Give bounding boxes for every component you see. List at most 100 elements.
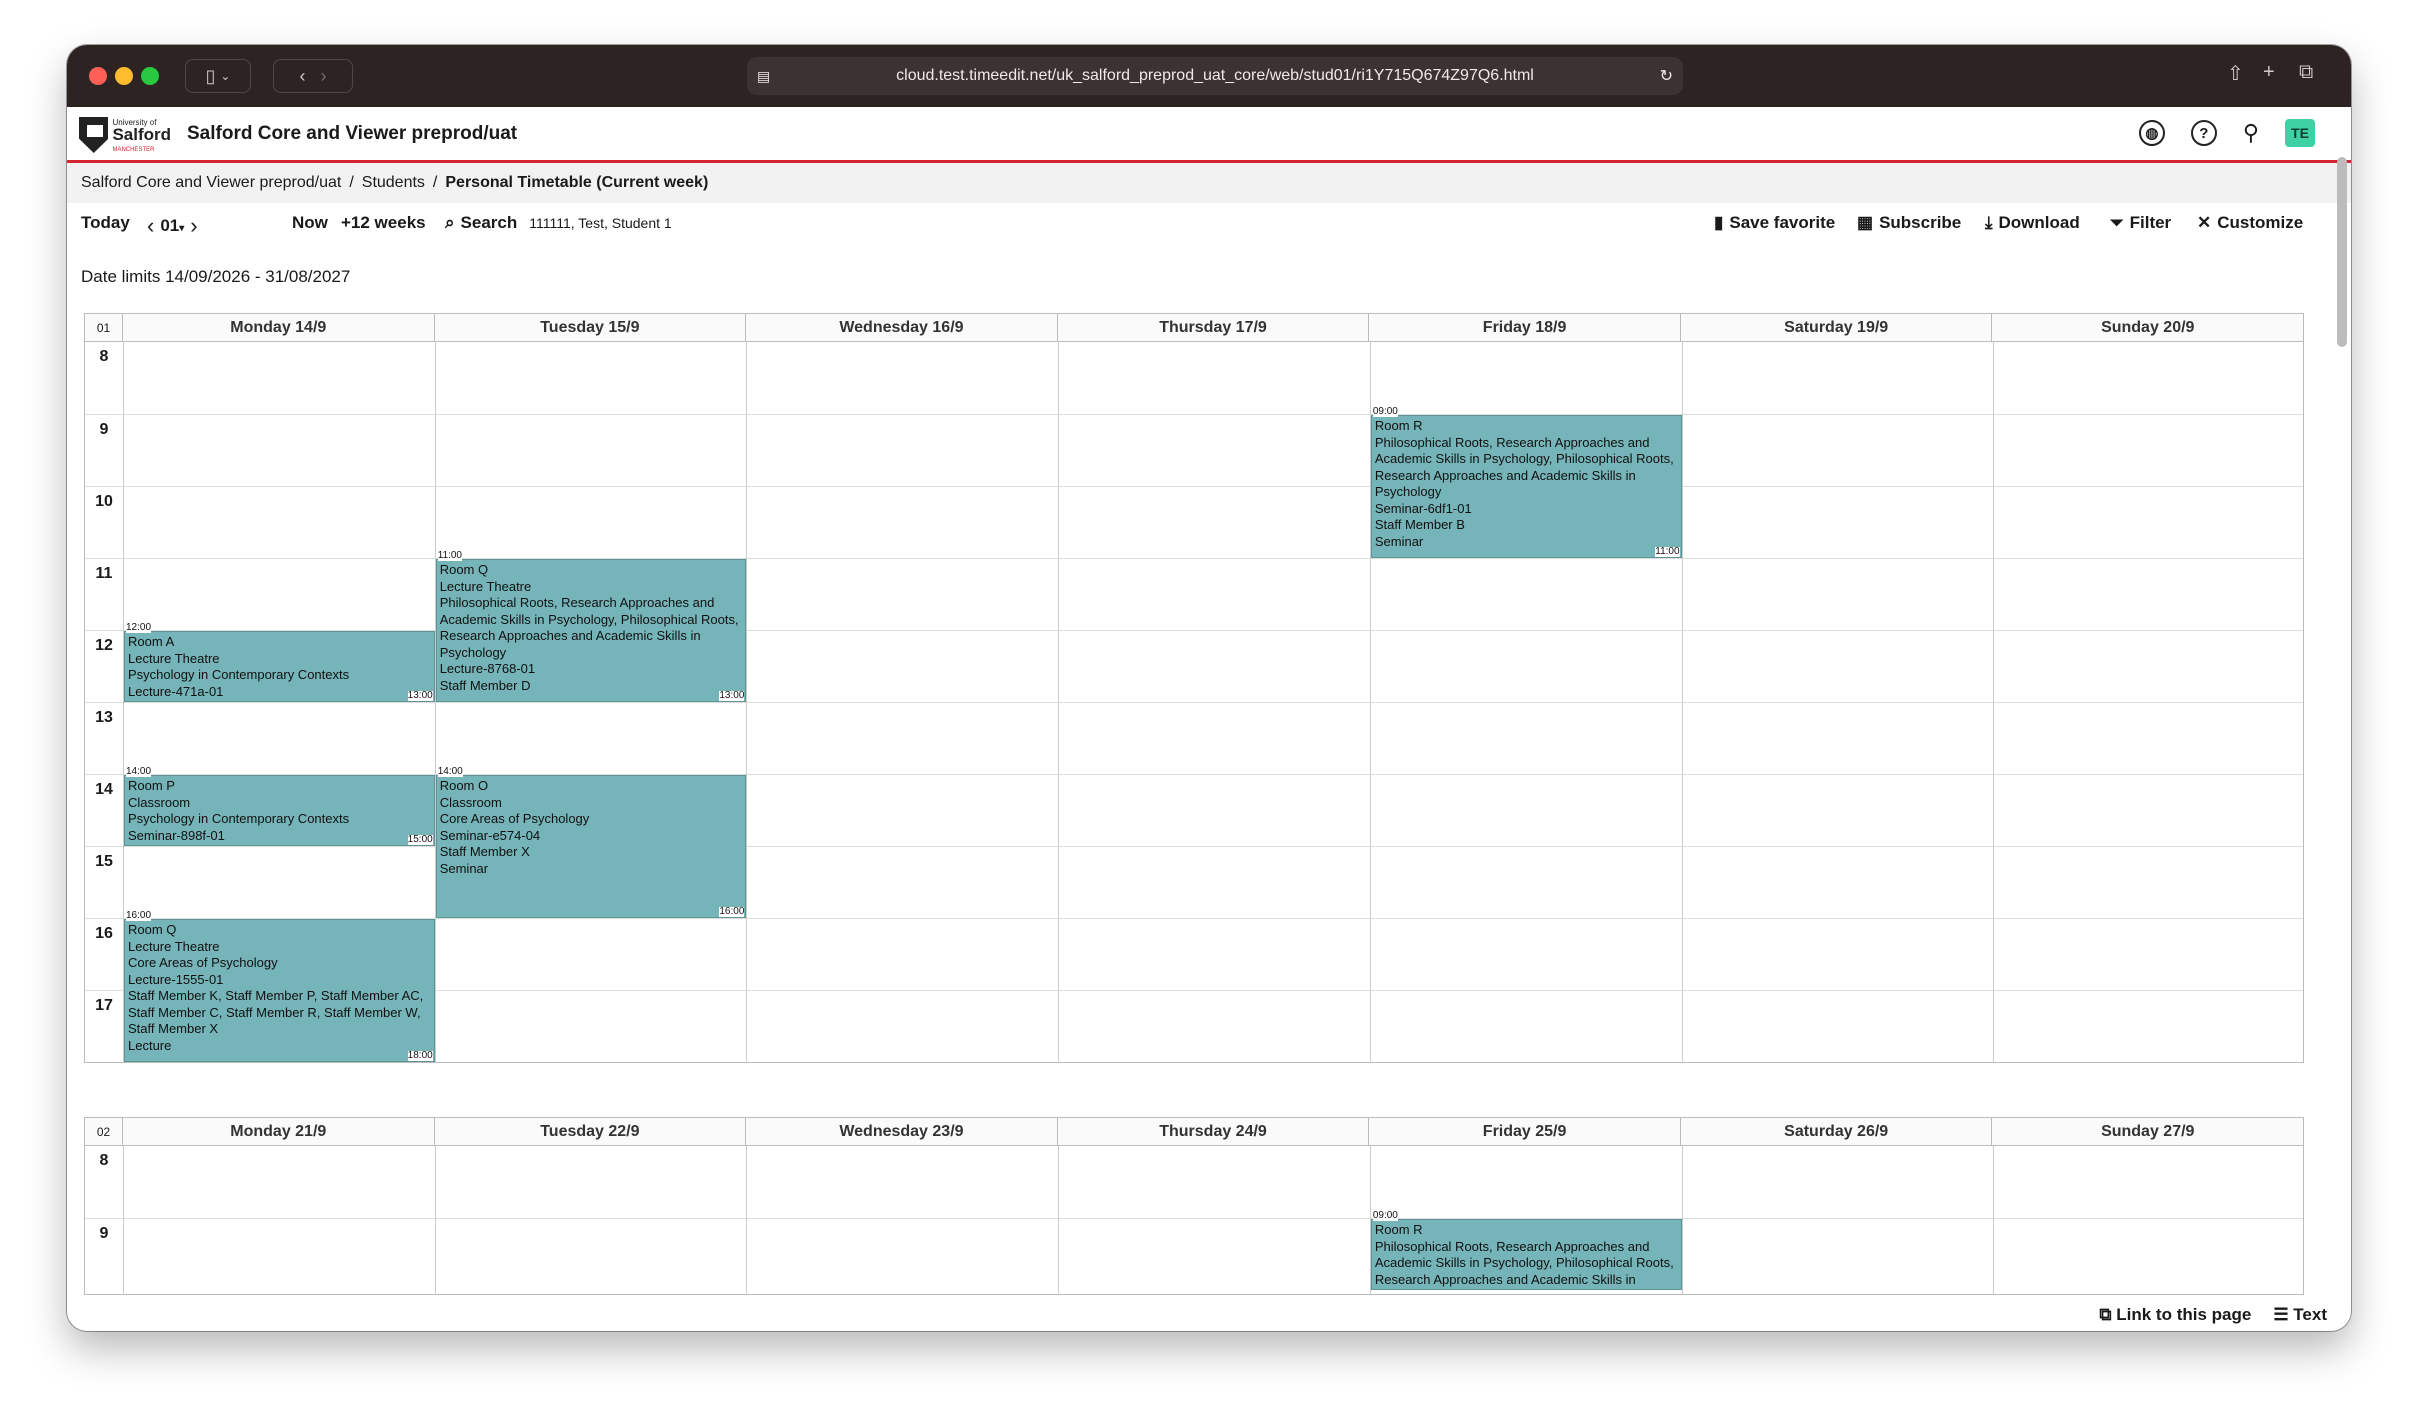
day-header[interactable]: Friday 18/9: [1369, 314, 1681, 341]
globe-icon[interactable]: ◍: [2138, 120, 2165, 146]
timetable-event[interactable]: Room P Classroom Psychology in Contemporar…: [124, 767, 435, 846]
download-button[interactable]: ⤓ Download: [1985, 213, 2080, 233]
event-details: Room R Philosophical Roots, Research Appr…: [1375, 418, 1678, 557]
text-view-button[interactable]: ☰ Text: [2273, 1305, 2327, 1325]
link-to-page-button[interactable]: ⧉ Link to this page: [2099, 1305, 2251, 1325]
sidebar-toggle-button[interactable]: ▯ ⌄: [185, 59, 251, 93]
timetable-event[interactable]: Room O Classroom Core Areas of Psychology S…: [435, 767, 747, 918]
breadcrumb-separator: /: [349, 174, 354, 191]
week-number: 01: [85, 314, 123, 341]
close-window-button[interactable]: [89, 67, 107, 85]
search-button[interactable]: ⌕ Search 111111, Test, Student 1: [445, 213, 672, 233]
minimize-window-button[interactable]: [115, 67, 133, 85]
university-logo[interactable]: University of Salford MANCHESTER: [79, 116, 171, 154]
bookmark-icon: ▮: [1714, 213, 1724, 232]
day-header[interactable]: Monday 21/9: [123, 1118, 435, 1145]
day-column-divider: [1681, 1146, 1683, 1294]
day-header[interactable]: Wednesday 16/9: [746, 314, 1058, 341]
week-dropdown[interactable]: 01▾: [160, 216, 184, 236]
address-bar[interactable]: ▤ cloud.test.timeedit.net/uk_salford_pre…: [747, 57, 1683, 95]
timetable-event[interactable]: Room R Philosophical Roots, Research Appr…: [1370, 407, 1682, 558]
help-icon[interactable]: ?: [2190, 120, 2217, 146]
event-line: Philosophical Roots, Research Approaches…: [439, 595, 739, 660]
hour-row: 9: [85, 414, 2303, 486]
page-scrollbar[interactable]: [2337, 157, 2347, 347]
today-button[interactable]: Today: [81, 213, 130, 233]
event-line: Room R: [1374, 1222, 1423, 1237]
event-start-time: 09:00: [1372, 1210, 1398, 1221]
user-icon[interactable]: ⚲: [2243, 120, 2259, 146]
day-header[interactable]: Thursday 24/9: [1058, 1118, 1370, 1145]
week-selector: ‹ 01▾ ›: [147, 213, 198, 239]
event-details: Room A Lecture Theatre Psychology in Conte…: [128, 634, 431, 701]
event-line: Lecture: [128, 1037, 172, 1053]
day-header[interactable]: Sunday 20/9: [1992, 314, 2303, 341]
day-header[interactable]: Thursday 17/9: [1058, 314, 1370, 341]
day-header[interactable]: Friday 25/9: [1369, 1118, 1681, 1145]
back-icon[interactable]: ‹: [299, 66, 305, 87]
day-header[interactable]: Tuesday 15/9: [435, 314, 747, 341]
save-favorite-button[interactable]: ▮ Save favorite: [1714, 213, 1835, 233]
now-button[interactable]: Now: [292, 213, 328, 233]
browser-window: ▯ ⌄ ‹ › ▤ cloud.test.timeedit.net/uk_sal…: [67, 45, 2351, 1331]
subscribe-button[interactable]: ▦ Subscribe: [1857, 213, 1961, 233]
calendar-header: 02 Monday 21/9 Tuesday 22/9 Wednesday 23/9 T…: [85, 1118, 2303, 1146]
hour-label: 8: [99, 1152, 109, 1169]
event-end-time: 18:00: [407, 1050, 433, 1061]
day-header[interactable]: Monday 14/9: [123, 314, 435, 341]
hour-row: 8: [85, 342, 2303, 414]
new-tab-icon[interactable]: +: [2263, 61, 2275, 84]
url-text: cloud.test.timeedit.net/uk_salford_prepr…: [896, 67, 1534, 84]
filter-button[interactable]: ⏷ Filter: [2110, 213, 2171, 233]
day-header[interactable]: Saturday 19/9: [1681, 314, 1993, 341]
day-column-divider: [746, 1146, 748, 1294]
day-header[interactable]: Wednesday 23/9: [746, 1118, 1058, 1145]
event-line: Lecture-1555-01: [128, 971, 224, 987]
day-column-divider: [746, 342, 748, 1062]
calendar-grid: 8 9 Room R Philosophical Roots, Research Ap…: [85, 1146, 2303, 1294]
breadcrumb-item-students[interactable]: Students: [362, 174, 425, 192]
week-calendar: 01 Monday 14/9 Tuesday 15/9 Wednesday 16/9 T…: [84, 313, 2304, 1063]
site-settings-icon[interactable]: ▤: [757, 68, 770, 85]
timeedit-badge[interactable]: TE: [2285, 119, 2315, 147]
day-column-divider: [434, 1146, 436, 1294]
event-details: Room R Philosophical Roots, Research Appr…: [1375, 1222, 1678, 1289]
event-end-time: 13:00: [407, 690, 433, 701]
day-header[interactable]: Saturday 26/9: [1681, 1118, 1993, 1145]
hour-row: 11: [85, 558, 2303, 630]
event-line: Staff Member D: [439, 677, 531, 693]
hour-label: 14: [95, 781, 113, 798]
hour-row: 9: [85, 1218, 2303, 1290]
day-header[interactable]: Tuesday 22/9: [435, 1118, 747, 1145]
timetable-event[interactable]: Room R Philosophical Roots, Research Appr…: [1370, 1211, 1682, 1290]
timetable-event[interactable]: Room Q Lecture Theatre Core Areas of Psych…: [124, 911, 435, 1062]
forward-icon[interactable]: ›: [321, 66, 327, 87]
event-end-time: 15:00: [407, 834, 433, 845]
day-column-divider: [1058, 1146, 1060, 1294]
hour-label: 9: [99, 421, 109, 438]
reload-icon[interactable]: ↻: [1660, 66, 1673, 86]
event-end-time: 13:00: [719, 690, 745, 701]
tab-overview-icon[interactable]: ⧉: [2299, 61, 2313, 84]
app-title: Salford Core and Viewer preprod/uat: [187, 123, 518, 144]
text-lines-icon: ☰: [2273, 1305, 2289, 1324]
customize-button[interactable]: ✕ Customize: [2197, 213, 2303, 233]
plus-weeks-button[interactable]: +12 weeks: [341, 213, 426, 233]
next-week-icon[interactable]: ›: [190, 213, 197, 239]
chevron-down-icon: ⌄: [220, 69, 231, 83]
event-line: Lecture-8768-01: [439, 661, 536, 676]
footer-links: ⧉ Link to this page ☰ Text: [2099, 1305, 2327, 1325]
event-line: Core Areas of Psychology: [439, 811, 590, 826]
event-start-time: 12:00: [126, 622, 152, 633]
timetable-event[interactable]: Room Q Lecture Theatre Philosophical Roots…: [435, 551, 747, 702]
header-actions: ◍ ? ⚲ TE: [2138, 119, 2315, 147]
event-line: Seminar-e574-04: [439, 827, 541, 843]
browser-titlebar: ▯ ⌄ ‹ › ▤ cloud.test.timeedit.net/uk_sal…: [67, 45, 2351, 107]
share-icon[interactable]: ⇧: [2227, 61, 2244, 86]
breadcrumb-item-home[interactable]: Salford Core and Viewer preprod/uat: [81, 174, 341, 192]
maximize-window-button[interactable]: [141, 67, 159, 85]
timetable-event[interactable]: Room A Lecture Theatre Psychology in Conte…: [124, 623, 435, 702]
event-line: Seminar-898f-01: [128, 827, 225, 843]
day-header[interactable]: Sunday 27/9: [1992, 1118, 2303, 1145]
previous-week-icon[interactable]: ‹: [147, 213, 154, 239]
